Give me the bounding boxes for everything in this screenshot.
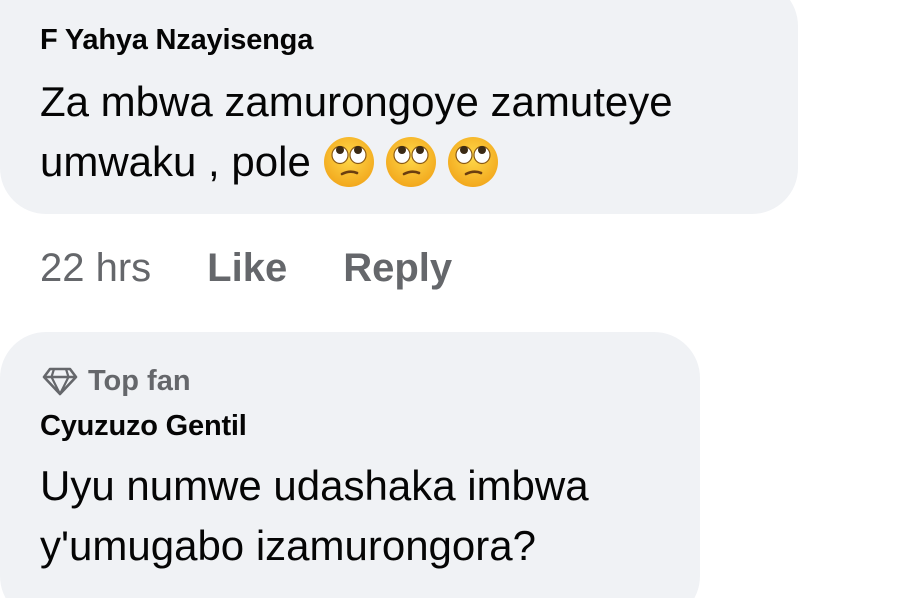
badge-label: Top fan: [88, 364, 191, 397]
comment-text-fragment: umwaku , pole: [40, 138, 311, 185]
face-with-rolling-eyes-icon: [447, 137, 498, 187]
face-with-rolling-eyes-icon: [385, 137, 436, 187]
comments-page: F Yahya Nzayisenga Za mbwa zamurongoye z…: [0, 0, 914, 598]
comment-author-name[interactable]: F Yahya Nzayisenga: [40, 24, 313, 57]
face-with-rolling-eyes-icon: [323, 137, 374, 187]
top-fan-badge: Top fan: [42, 361, 191, 401]
comment-author-name[interactable]: Cyuzuzo Gentil: [40, 410, 247, 443]
comment-timestamp[interactable]: 22 hrs: [40, 246, 151, 291]
comment-text-line: umwaku , pole: [40, 132, 673, 192]
comment-text-line: y'umugabo izamurongora?: [40, 522, 536, 569]
comment-text: Za mbwa zamurongoye zamuteye umwaku , po…: [40, 72, 673, 192]
comment-text: Uyu numwe udashaka imbwa y'umugabo izamu…: [40, 456, 589, 576]
comment-text-line: Za mbwa zamurongoye zamuteye: [40, 78, 673, 125]
comment-actions: 22 hrs Like Reply: [40, 240, 452, 296]
like-button[interactable]: Like: [207, 246, 287, 291]
comment-text-line: Uyu numwe udashaka imbwa: [40, 462, 589, 509]
reply-button[interactable]: Reply: [343, 246, 452, 291]
diamond-icon: [42, 367, 78, 396]
